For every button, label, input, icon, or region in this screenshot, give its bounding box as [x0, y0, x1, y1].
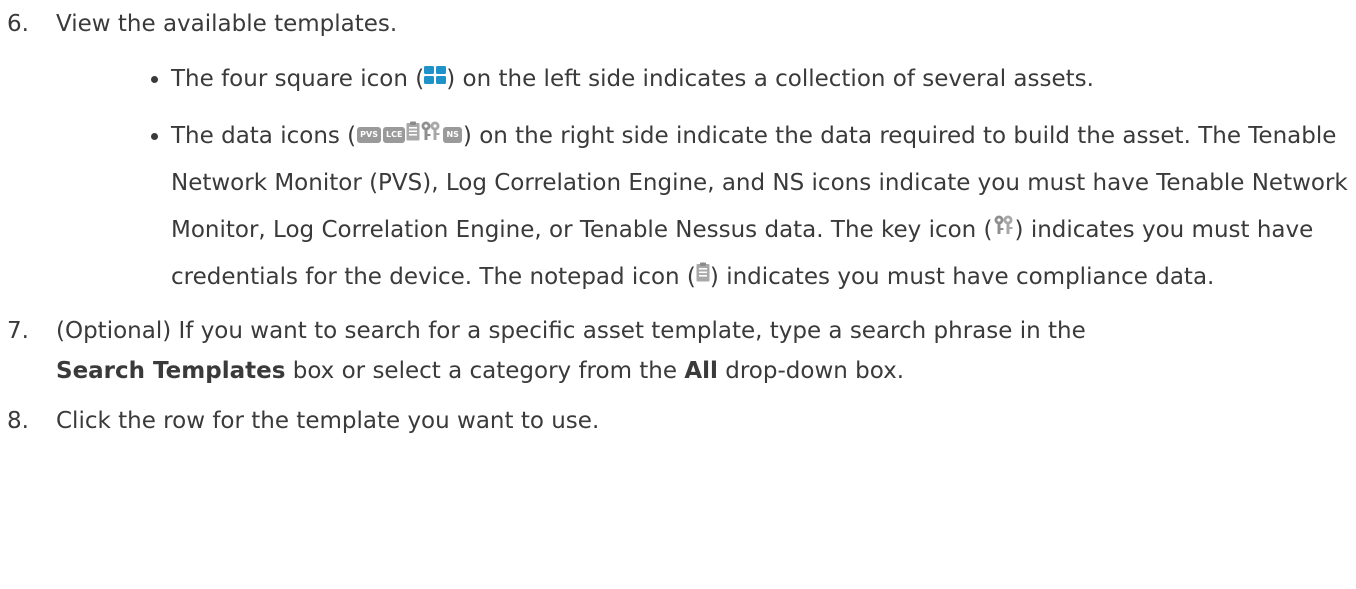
documentation-page: 6. View the available templates. The fou… [0, 0, 1356, 589]
step-text: (Optional) If you want to search for a s… [56, 318, 1086, 344]
pvs-icon: PVS [357, 126, 381, 143]
step-6-bullets: The four square icon ( ) on the left sid… [56, 56, 1356, 301]
step-number: 7. [7, 318, 29, 344]
all-dropdown-label: All [684, 358, 718, 384]
step-8: 8. Click the row for the template you wa… [0, 401, 1356, 441]
four-square-icon [424, 54, 447, 101]
step-text: Click the row for the template you want … [56, 408, 600, 434]
lce-icon: LCE [383, 126, 406, 143]
bullet-text: ) on the left side indicates a collectio… [446, 66, 1094, 92]
ns-icon: NS [443, 126, 462, 143]
bullet-data-icons: The data icons (PVS LCE NS) on the righ… [147, 113, 1356, 301]
step-6: 6. View the available templates. The fou… [0, 4, 1356, 301]
bullet-text: The data icons ( [171, 123, 357, 149]
step-number: 8. [7, 408, 29, 434]
notepad-icon [406, 111, 420, 158]
key-icon [993, 205, 1015, 252]
step-text: View the available templates. [56, 11, 398, 37]
step-text: box or select a category from the [285, 358, 685, 384]
key-icon [420, 111, 442, 158]
bullet-text: The four square icon ( [171, 66, 425, 92]
step-7: 7. (Optional) If you want to search for … [0, 311, 1356, 391]
bullet-four-square: The four square icon ( ) on the left sid… [147, 56, 1356, 103]
step-number: 6. [7, 11, 29, 37]
step-text: drop-down box. [717, 358, 905, 384]
notepad-icon [696, 252, 710, 299]
steps-list: 6. View the available templates. The fou… [0, 4, 1356, 441]
search-templates-label: Search Templates [56, 358, 286, 384]
bullet-text: ) indicates you must have compliance dat… [709, 264, 1215, 290]
